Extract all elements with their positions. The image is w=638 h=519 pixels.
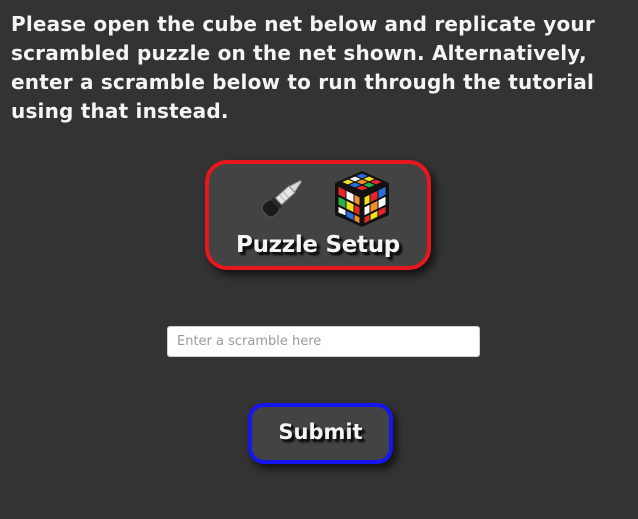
instructions-text: Please open the cube net below and repli… [11, 12, 595, 123]
submit-button[interactable]: Submit [248, 403, 393, 464]
dropper-icon [261, 180, 302, 218]
rubiks-cube-icon [335, 171, 389, 227]
puzzle-setup-button[interactable]: Puzzle Setup [205, 160, 431, 270]
puzzle-setup-label: Puzzle Setup [236, 232, 400, 258]
submit-label: Submit [278, 420, 363, 444]
scramble-input[interactable] [167, 326, 480, 357]
